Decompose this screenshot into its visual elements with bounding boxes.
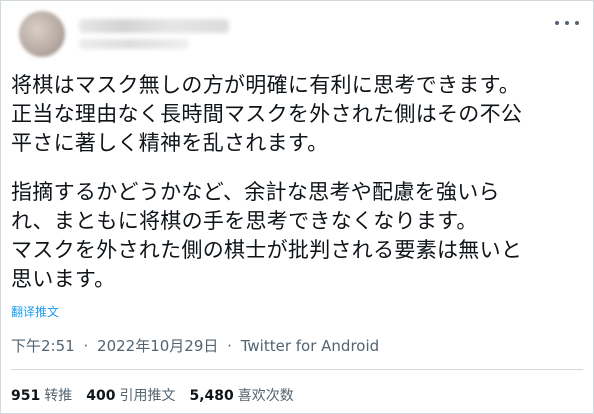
tweet-line: マスクを外された側の棋士が批判される要素は無いと — [11, 238, 523, 262]
retweets-count: 951 — [11, 388, 41, 404]
tweet-line: 正当な理由なく長時間マスクを外された側はその不公 — [11, 102, 523, 126]
tweet-stats: 951 转推 400 引用推文 5,480 喜欢次数 — [11, 385, 294, 405]
likes-label: 喜欢次数 — [237, 388, 294, 404]
likes-stat[interactable]: 5,480 喜欢次数 — [189, 385, 293, 405]
translate-tweet-link[interactable]: 翻译推文 — [11, 303, 59, 320]
tweet-date[interactable]: 2022年10月29日 — [97, 337, 218, 355]
retweets-label: 转推 — [44, 388, 73, 404]
tweet-line: 将棋はマスク無しの方が明確に有利に思考できます。 — [11, 73, 521, 97]
tweet-meta: 下午2:51 · 2022年10月29日 · Twitter for Andro… — [11, 335, 379, 356]
quotes-count: 400 — [86, 388, 116, 404]
tweet-line: 指摘するかどうかなど、余計な思考や配慮を強いら — [11, 180, 500, 204]
quotes-stat[interactable]: 400 引用推文 — [86, 385, 175, 405]
tweet-text: 将棋はマスク無しの方が明確に有利に思考できます。 正当な理由なく長時間マスクを外… — [11, 71, 581, 294]
username-blurred[interactable] — [79, 39, 189, 49]
tweet-time[interactable]: 下午2:51 — [11, 337, 75, 355]
tweet-card: 将棋はマスク無しの方が明確に有利に思考できます。 正当な理由なく長時間マスクを外… — [0, 0, 594, 414]
tweet-source: Twitter for Android — [240, 337, 380, 355]
likes-count: 5,480 — [189, 388, 234, 404]
display-name-blurred[interactable] — [79, 19, 229, 33]
tweet-line: 平さに著しく精神を乱されます。 — [11, 131, 329, 155]
meta-separator: · — [227, 337, 232, 355]
more-icon[interactable] — [555, 15, 579, 31]
divider — [11, 369, 583, 370]
dot-icon — [565, 21, 569, 25]
tweet-header — [11, 9, 391, 61]
avatar[interactable] — [19, 11, 65, 57]
dot-icon — [575, 21, 579, 25]
retweets-stat[interactable]: 951 转推 — [11, 385, 72, 405]
tweet-line: れ、まともに将棋の手を思考できなくなります。 — [11, 209, 478, 233]
dot-icon — [555, 21, 559, 25]
meta-separator: · — [83, 337, 89, 355]
tweet-line: 思います。 — [11, 267, 116, 291]
quotes-label: 引用推文 — [119, 388, 176, 404]
